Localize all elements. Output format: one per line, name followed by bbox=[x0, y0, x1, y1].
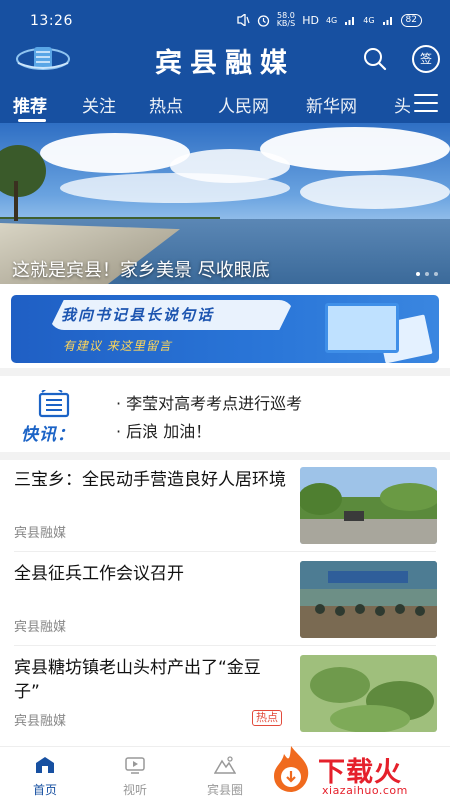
mute-vibrate-icon bbox=[237, 14, 250, 26]
news-flash-item[interactable]: · 后浪 加油！ bbox=[116, 418, 211, 442]
section-divider bbox=[0, 368, 450, 376]
alarm-icon bbox=[257, 14, 269, 27]
news-thumbnail bbox=[300, 655, 437, 732]
nav-home[interactable]: 首页 bbox=[10, 755, 80, 798]
channel-tabs: 推荐 关注 热点 人民网 新华网 头 bbox=[0, 89, 410, 123]
nav-circle[interactable]: 宾县圈 bbox=[190, 755, 260, 798]
channel-menu-icon[interactable] bbox=[414, 92, 438, 114]
signal-2: 4G bbox=[363, 15, 375, 25]
hot-badge: 热点 bbox=[252, 710, 282, 726]
signal-bars-icon bbox=[345, 16, 355, 25]
nav-label: 视听 bbox=[122, 783, 147, 797]
hd-indicator: HD bbox=[302, 13, 319, 27]
site-watermark: 下载火 xiazaihuo.com bbox=[262, 740, 450, 800]
active-tab-indicator bbox=[18, 119, 46, 122]
speed-unit: KB/S bbox=[276, 19, 296, 28]
tv-icon bbox=[125, 757, 145, 774]
status-icons: 58.0 KB/S HD 4G 4G 82 bbox=[236, 12, 422, 28]
battery-indicator: 82 bbox=[400, 13, 422, 27]
monitor-illustration bbox=[325, 303, 399, 353]
flame-logo-icon bbox=[274, 746, 309, 792]
banner-carousel[interactable]: 这就是宾县！家乡美景 尽收眼底 bbox=[0, 123, 450, 284]
status-time: 13:26 bbox=[30, 13, 73, 29]
sign-in-button[interactable]: 签 bbox=[412, 45, 440, 73]
news-item[interactable]: 宾县糖坊镇老山头村产出了“金豆子” 宾县融媒 热点 bbox=[0, 646, 450, 740]
news-title: 三宝乡：全民动手营造良好人居环境 bbox=[14, 470, 286, 490]
tab-hot[interactable]: 热点 bbox=[149, 92, 183, 117]
network-speed: 58.0 KB/S bbox=[277, 12, 296, 28]
banner-caption: 这就是宾县！家乡美景 尽收眼底 bbox=[12, 260, 270, 281]
search-icon[interactable] bbox=[362, 46, 388, 72]
tab-recommend[interactable]: 推荐 bbox=[13, 92, 47, 117]
news-source: 宾县融媒 bbox=[14, 620, 67, 635]
tab-people[interactable]: 人民网 bbox=[218, 92, 269, 117]
tab-xinhua[interactable]: 新华网 bbox=[306, 92, 357, 117]
nav-media[interactable]: 视听 bbox=[100, 755, 170, 798]
carousel-dots bbox=[416, 272, 438, 276]
news-flash-item[interactable]: · 李莹对高考考点进行巡考 bbox=[116, 390, 302, 414]
tab-next[interactable]: 头 bbox=[394, 92, 410, 117]
status-bar: 13:26 58.0 KB/S HD 4G 4G 82 bbox=[0, 0, 450, 44]
news-item[interactable]: 全县征兵工作会议召开 宾县融媒 bbox=[0, 552, 450, 646]
news-title: 全县征兵工作会议召开 bbox=[14, 564, 184, 584]
watermark-url: xiazaihuo.com bbox=[322, 784, 408, 797]
promo-card[interactable]: 我向书记县长说句话 有建议 来这里留言 bbox=[11, 295, 439, 363]
signal-bars-icon-2 bbox=[382, 16, 392, 25]
news-source: 宾县融媒 bbox=[14, 714, 67, 729]
home-icon bbox=[36, 757, 54, 773]
news-title: 宾县糖坊镇老山头村产出了“金豆子” bbox=[14, 658, 261, 702]
news-thumbnail bbox=[300, 561, 437, 638]
tab-follow[interactable]: 关注 bbox=[82, 92, 116, 117]
app-header: 13:26 58.0 KB/S HD 4G 4G 82 宾县融媒 签 推荐 关注 … bbox=[0, 0, 450, 123]
signal-1: 4G bbox=[325, 15, 338, 25]
nav-label: 宾县圈 bbox=[206, 783, 243, 797]
news-flash-label: 快讯： bbox=[21, 425, 75, 445]
news-flash: 快讯： · 李莹对高考考点进行巡考 · 后浪 加油！ bbox=[0, 376, 450, 452]
news-source: 宾县融媒 bbox=[14, 526, 67, 541]
news-thumbnail bbox=[300, 467, 437, 544]
promo-subtitle: 有建议 来这里留言 bbox=[63, 339, 172, 353]
news-item[interactable]: 三宝乡：全民动手营造良好人居环境 宾县融媒 bbox=[0, 458, 450, 552]
mountain-icon bbox=[214, 756, 236, 774]
promo-title: 我向书记县长说句话 bbox=[61, 306, 215, 324]
nav-label: 首页 bbox=[32, 783, 57, 797]
